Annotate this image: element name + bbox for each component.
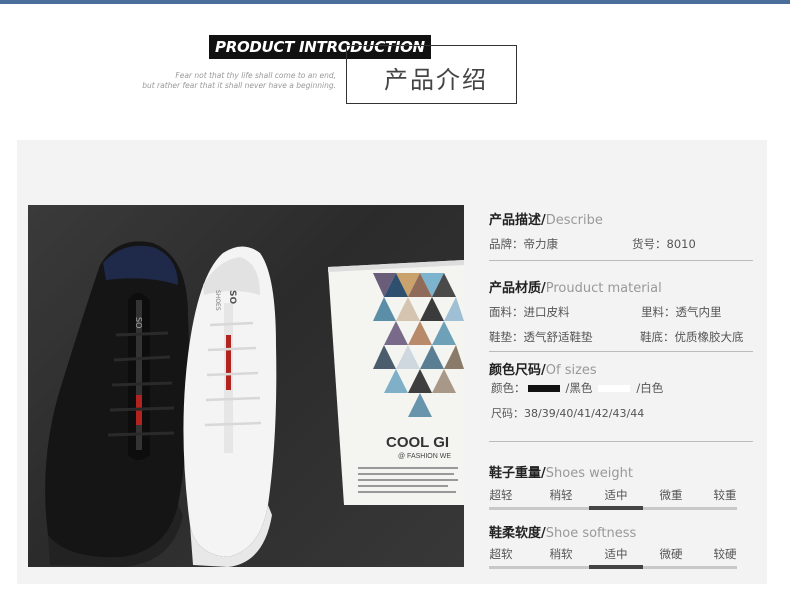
material-title-cn: 产品材质/ [489, 281, 546, 296]
lining-material-text: 里料：透气内里 [641, 305, 722, 319]
sizes-title-cn: 颜色尺码/ [489, 363, 546, 378]
color-white-label: /白色 [636, 381, 664, 395]
divider-3 [489, 441, 753, 442]
magazine-title: COOL GI [386, 434, 449, 451]
upper-material-text: 面料：进口皮料 [489, 305, 570, 319]
material-title: 产品材质/Prouduct material [489, 277, 662, 296]
color-row: 颜色： /黑色/白色 [491, 380, 663, 396]
weight-label-5: 较重 [713, 488, 737, 502]
top-accent-bar [0, 0, 790, 4]
softness-label-4: 微硬 [659, 547, 683, 561]
item-number-text: 货号：8010 [632, 237, 696, 251]
softness-title: 鞋柔软度/Shoe softness [489, 522, 636, 541]
sizes-title-en: Of sizes [545, 363, 597, 378]
black-color-swatch [527, 385, 560, 392]
weight-label-3: 适中 [604, 488, 628, 502]
magazine-subtitle: @ FASHION WE [398, 453, 451, 460]
weight-bar-selected [589, 506, 643, 510]
weight-label-4: 微重 [659, 488, 683, 502]
product-photo: COOL GI @ FASHION WE SO SO SHOES [28, 205, 464, 567]
sizes-text: 尺码：38/39/40/41/42/43/44 [491, 407, 645, 420]
color-prefix: 颜色： [491, 381, 526, 395]
weight-title-en: Shoes weight [545, 466, 633, 481]
softness-label-1: 超软 [489, 547, 513, 561]
color-black-label: /黑色 [565, 381, 593, 395]
white-shoe-tongue-subtext: SHOES [214, 290, 221, 311]
softness-title-en: Shoe softness [545, 526, 637, 541]
white-shoe-tongue-text: SO [227, 290, 237, 304]
weight-title-cn: 鞋子重量/ [489, 466, 546, 481]
describe-title: 产品描述/Describe [489, 209, 603, 228]
softness-bar-selected [589, 565, 643, 569]
insole-material-text: 鞋垫：透气舒适鞋垫 [489, 330, 593, 344]
divider-1 [489, 260, 753, 261]
quote-line-1: Fear not that thy life shall come to an … [175, 71, 336, 80]
weight-label-2: 稍轻 [549, 488, 573, 502]
describe-title-cn: 产品描述/ [489, 213, 546, 228]
sole-material-text: 鞋底：优质橡胶大底 [640, 330, 744, 344]
describe-title-en: Describe [545, 213, 603, 228]
softness-label-5: 较硬 [713, 547, 737, 561]
softness-label-2: 稍软 [549, 547, 573, 561]
softness-title-cn: 鞋柔软度/ [489, 526, 546, 541]
white-color-swatch [598, 385, 631, 392]
black-shoe-tongue-text: SO [134, 317, 143, 328]
black-shoe: SO [45, 241, 190, 567]
material-title-en: Prouduct material [545, 281, 662, 296]
sizes-title: 颜色尺码/Of sizes [489, 359, 597, 378]
divider-2 [489, 351, 753, 352]
softness-label-3: 适中 [604, 547, 628, 561]
weight-title: 鞋子重量/Shoes weight [489, 462, 633, 481]
quote-line-2: but rather fear that it shall never have… [142, 81, 336, 90]
white-shoe: SO SHOES [183, 246, 277, 567]
title-chinese: 产品介绍 [384, 66, 488, 94]
brand-text: 品牌：帝力康 [489, 237, 558, 251]
magazine-image: COOL GI @ FASHION WE [328, 260, 464, 505]
weight-label-1: 超轻 [489, 488, 513, 502]
